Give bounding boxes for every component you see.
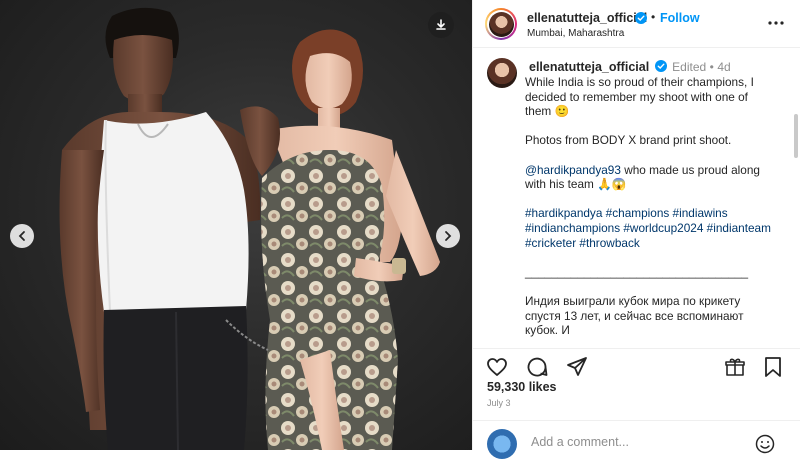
verified-badge-icon <box>654 60 667 72</box>
post-date: July 3 <box>487 398 511 408</box>
emoji-icon[interactable] <box>755 434 775 454</box>
comments-section[interactable]: ellenatutteja_official Edited • 4d While… <box>473 48 800 348</box>
post-media[interactable] <box>0 0 472 450</box>
caption-header: ellenatutteja_official Edited • 4d <box>529 60 731 74</box>
instagram-post-modal: ellenatutteja_official • Follow Mumbai, … <box>0 0 800 459</box>
caption-text: While India is so proud of their champio… <box>525 75 771 338</box>
viewer-avatar <box>487 429 517 459</box>
download-button[interactable] <box>428 12 454 38</box>
caption-russian: Индия выиграли кубок мира по крикету спу… <box>525 293 747 338</box>
post-actions <box>473 348 800 384</box>
comment-input[interactable]: Add a comment... <box>531 435 629 449</box>
gift-icon[interactable] <box>723 355 747 379</box>
caption-line-1: While India is so proud of their champio… <box>525 75 758 119</box>
verified-badge-icon <box>635 12 647 24</box>
caption-line-2: Photos from BODY X brand print shoot. <box>525 133 732 148</box>
caption-dot: • <box>709 60 714 74</box>
caption-divider: __________________________________ <box>525 264 749 279</box>
heart-icon[interactable] <box>485 355 509 379</box>
send-icon[interactable] <box>565 355 589 379</box>
comments-scrollbar[interactable] <box>794 114 798 158</box>
caption-author[interactable]: ellenatutteja_official <box>529 60 649 74</box>
follow-button[interactable]: Follow <box>660 11 700 25</box>
comment-icon[interactable] <box>525 355 549 379</box>
post-location[interactable]: Mumbai, Maharashtra <box>527 28 624 39</box>
chevron-left-icon <box>18 231 25 241</box>
edited-label: Edited <box>672 60 707 74</box>
header-separator: • <box>651 10 656 24</box>
post-photo <box>59 7 440 450</box>
likes-count[interactable]: 59,330 likes <box>487 380 557 394</box>
chevron-right-icon <box>445 231 452 241</box>
previous-photo-button[interactable] <box>10 224 34 248</box>
more-horizontal-icon[interactable] <box>767 14 785 32</box>
next-photo-button[interactable] <box>436 224 460 248</box>
hashtags[interactable]: #hardikpandya #champions #indiawins #ind… <box>525 206 774 249</box>
author-avatar[interactable] <box>485 8 517 40</box>
add-comment-bar: Add a comment... <box>473 420 800 459</box>
bookmark-icon[interactable] <box>761 355 785 379</box>
caption-author-avatar[interactable] <box>487 58 517 88</box>
post-details-panel: ellenatutteja_official • Follow Mumbai, … <box>472 0 800 459</box>
caption-age: 4d <box>717 60 731 74</box>
post-header: ellenatutteja_official • Follow Mumbai, … <box>473 0 800 48</box>
download-icon <box>436 19 446 30</box>
author-username[interactable]: ellenatutteja_official <box>527 11 647 25</box>
mention-link[interactable]: @hardikpandya93 <box>525 163 621 177</box>
